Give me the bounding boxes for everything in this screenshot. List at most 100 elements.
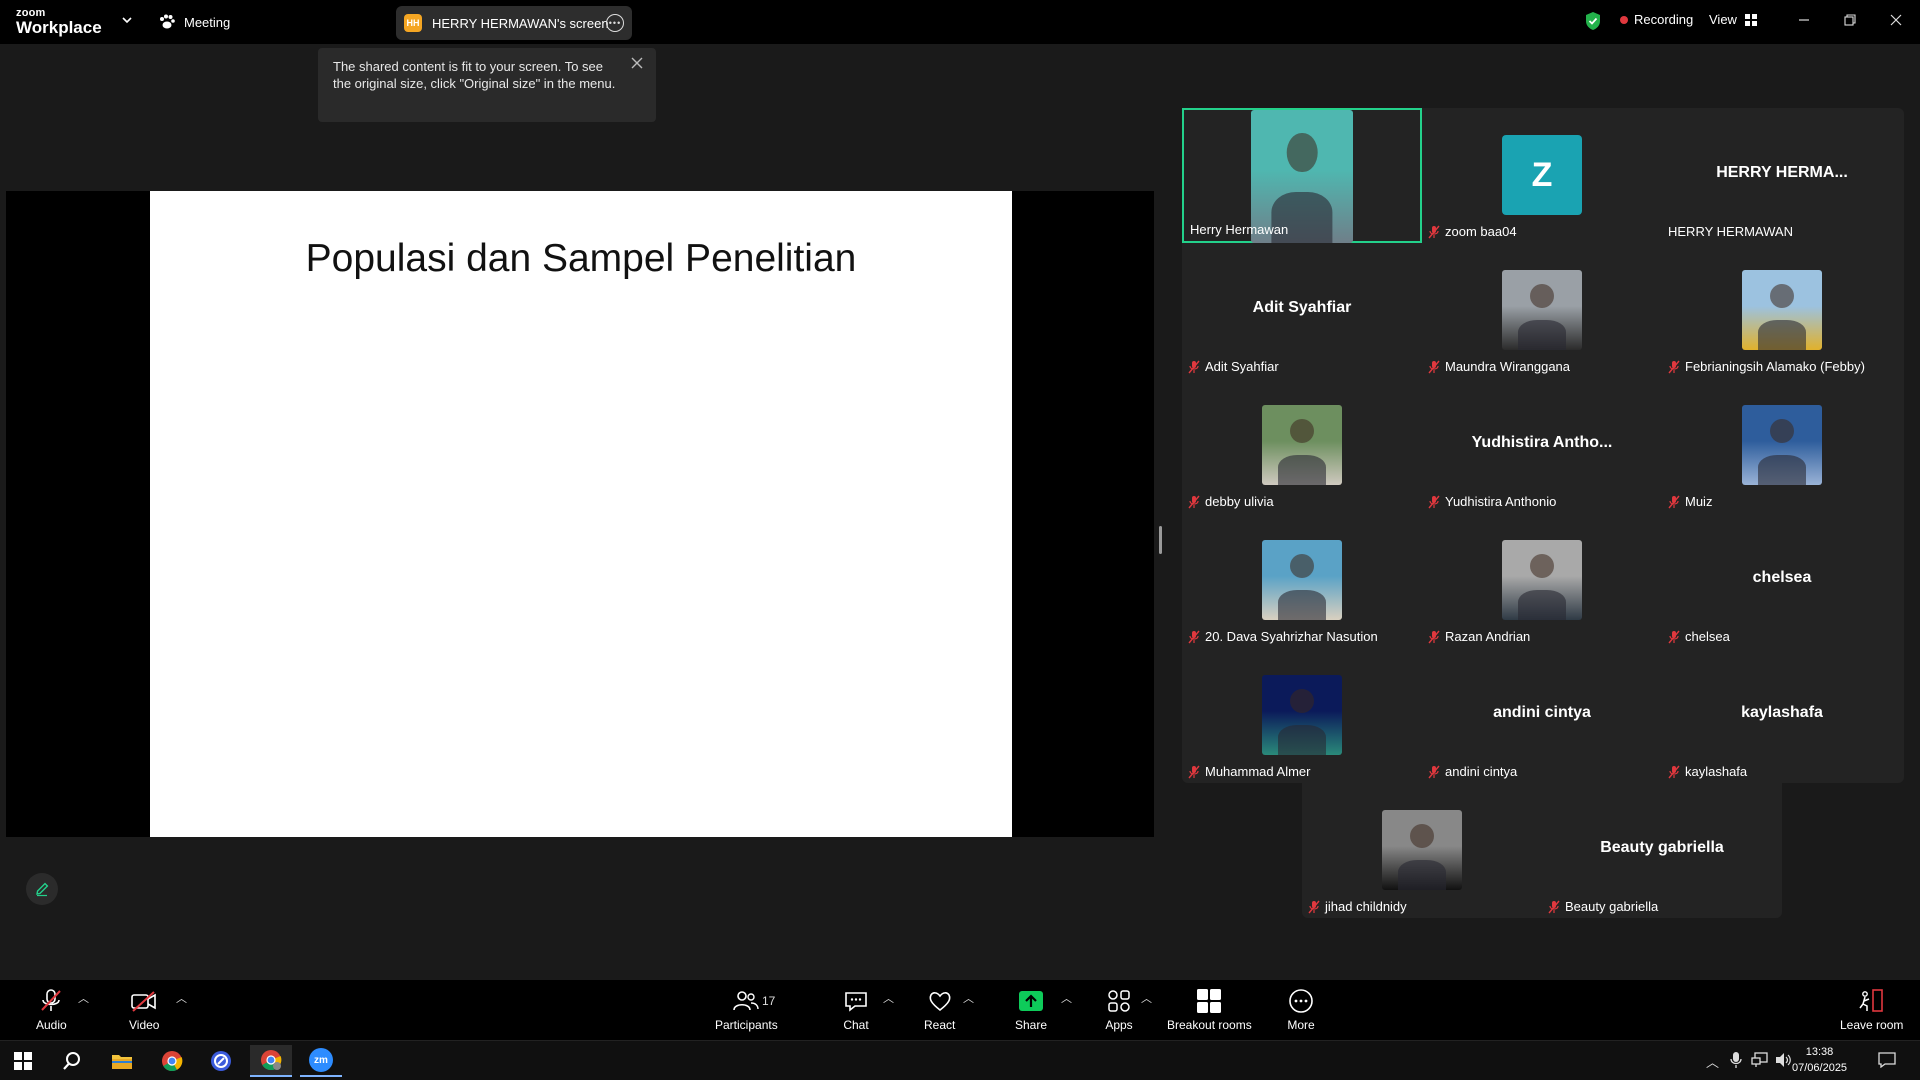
participant-tile[interactable]: Adit Syahfiar Adit Syahfiar <box>1182 243 1422 378</box>
tooltip-close-button[interactable] <box>628 54 646 72</box>
person-silhouette <box>1290 418 1314 443</box>
view-button[interactable]: View <box>1709 12 1757 27</box>
zoom-taskbar-button[interactable]: zm <box>300 1045 342 1077</box>
audio-options-caret[interactable]: ︿ <box>78 990 89 1006</box>
participant-tile[interactable]: Muhammad Almer <box>1182 648 1422 783</box>
start-button[interactable] <box>2 1045 44 1077</box>
participant-tile[interactable]: Beauty gabriella Beauty gabriella <box>1542 783 1782 918</box>
participant-tile[interactable]: Zzoom baa04 <box>1422 108 1662 243</box>
react-options-caret[interactable]: ︿ <box>963 990 974 1006</box>
participant-tile[interactable]: jihad childnidy <box>1302 783 1542 918</box>
microphone-tray-icon[interactable] <box>1730 1051 1742 1069</box>
participant-tile[interactable]: HERRY HERMA... HERRY HERMAWAN <box>1662 108 1902 243</box>
volume-icon[interactable] <box>1775 1052 1793 1068</box>
show-hidden-icons-button[interactable]: ︿ <box>1706 1052 1719 1071</box>
participant-tile[interactable]: kaylashafa kaylashafa <box>1662 648 1902 783</box>
chrome-profile-taskbar-button[interactable] <box>250 1045 292 1077</box>
participant-name: Razan Andrian <box>1445 629 1531 644</box>
microphone-muted-icon <box>1188 360 1200 373</box>
apps-label: Apps <box>1105 1018 1133 1032</box>
screen-share-pill[interactable]: HH HERRY HERMAWAN's screen ••• <box>396 6 632 40</box>
participant-name-label: kaylashafa <box>1668 764 1747 779</box>
more-button[interactable]: More <box>1286 988 1316 1032</box>
participant-name-label: Muhammad Almer <box>1188 764 1310 779</box>
participant-tile[interactable]: Maundra Wiranggana <box>1422 243 1662 378</box>
participant-tile[interactable]: debby ulivia <box>1182 378 1422 513</box>
participant-name: andini cintya <box>1445 764 1518 779</box>
participant-tile[interactable]: Febrianingsih Alamako (Febby) <box>1662 243 1902 378</box>
microphone-muted-icon <box>1668 630 1680 643</box>
participant-tile[interactable]: Yudhistira Antho... Yudhistira Anthonio <box>1422 378 1662 513</box>
chevron-down-icon[interactable] <box>120 13 134 27</box>
search-button[interactable] <box>51 1045 93 1077</box>
participant-avatar: Z <box>1502 135 1582 215</box>
participant-name-label: Herry Hermawan <box>1190 222 1288 237</box>
person-silhouette <box>1278 724 1326 755</box>
participant-name-label: andini cintya <box>1428 764 1517 779</box>
panel-resize-handle[interactable] <box>1159 526 1162 554</box>
folder-icon <box>112 1055 132 1069</box>
participants-icon <box>733 991 760 1011</box>
participant-name-label: 20. Dava Syahrizhar Nasution <box>1188 629 1378 644</box>
participant-video <box>1502 540 1582 620</box>
participant-name: Maundra Wiranggana <box>1445 359 1571 374</box>
close-window-button[interactable] <box>1881 8 1911 32</box>
minimize-button[interactable] <box>1789 8 1819 32</box>
shield-icon[interactable] <box>1584 11 1602 31</box>
participant-tile[interactable]: Muiz <box>1662 378 1902 513</box>
recording-indicator[interactable]: Recording <box>1620 12 1693 27</box>
chat-button[interactable]: Chat <box>841 988 871 1032</box>
participant-name: chelsea <box>1685 629 1730 644</box>
slide-title: Populasi dan Sampel Penelitian <box>305 237 857 280</box>
participant-tile[interactable]: andini cintya andini cintya <box>1422 648 1662 783</box>
annotate-button[interactable] <box>26 873 58 905</box>
chrome-taskbar-button[interactable] <box>151 1045 193 1077</box>
share-button[interactable]: Share <box>1015 988 1047 1032</box>
participant-display-name: kaylashafa <box>1741 704 1823 721</box>
leave-room-button[interactable]: Leave room <box>1840 988 1903 1032</box>
clock-time: 13:38 <box>1805 1046 1834 1058</box>
participant-video <box>1262 405 1342 485</box>
participant-name: Herry Hermawan <box>1190 222 1289 237</box>
share-options-caret[interactable]: ︿ <box>1061 990 1072 1006</box>
microphone-muted-icon <box>1428 225 1440 238</box>
video-label: Video <box>129 1018 160 1032</box>
minimize-icon <box>1799 19 1809 21</box>
system-clock[interactable]: 13:38 07/06/2025 <box>1792 1044 1847 1076</box>
shared-screen[interactable]: Populasi dan Sampel Penelitian <box>6 191 1154 837</box>
participant-tile[interactable]: Herry Hermawan <box>1182 108 1422 243</box>
browser-taskbar-button[interactable] <box>200 1045 242 1077</box>
audio-button[interactable]: Audio <box>36 988 67 1032</box>
participant-name-label: Adit Syahfiar <box>1188 359 1279 374</box>
participant-name-label: HERRY HERMAWAN <box>1668 224 1793 239</box>
more-options-icon[interactable]: ••• <box>606 14 624 32</box>
participant-tile[interactable]: Razan Andrian <box>1422 513 1662 648</box>
participant-name-label: Beauty gabriella <box>1548 899 1658 914</box>
chat-options-caret[interactable]: ︿ <box>883 990 894 1006</box>
audio-label: Audio <box>36 1018 67 1032</box>
file-explorer-button[interactable] <box>101 1045 143 1077</box>
person-silhouette <box>1518 589 1566 620</box>
video-options-caret[interactable]: ︿ <box>176 990 187 1006</box>
fit-to-screen-tooltip: The shared content is fit to your screen… <box>318 48 656 122</box>
react-button[interactable]: React <box>924 988 955 1032</box>
breakout-rooms-icon <box>1197 989 1222 1013</box>
video-button[interactable]: Video <box>129 988 159 1032</box>
person-silhouette <box>1290 553 1314 578</box>
network-icon[interactable] <box>1751 1052 1769 1068</box>
microphone-muted-icon <box>1668 765 1680 778</box>
restore-button[interactable] <box>1835 8 1865 32</box>
person-silhouette <box>1530 283 1554 308</box>
participant-tile[interactable]: 20. Dava Syahrizhar Nasution <box>1182 513 1422 648</box>
participant-tile[interactable]: chelsea chelsea <box>1662 513 1902 648</box>
apps-options-caret[interactable]: ︿ <box>1141 990 1152 1006</box>
participant-display-name: HERRY HERMA... <box>1716 164 1848 181</box>
microphone-muted-icon <box>41 989 62 1011</box>
notifications-icon[interactable] <box>1878 1052 1896 1068</box>
zoom-logo-workplace: Workplace <box>16 18 102 37</box>
microphone-muted-icon <box>1428 765 1440 778</box>
meeting-info-button[interactable]: Meeting <box>158 10 230 34</box>
breakout-rooms-button[interactable]: Breakout rooms <box>1167 988 1252 1032</box>
apps-button[interactable]: Apps <box>1104 988 1134 1032</box>
clock-date: 07/06/2025 <box>1792 1062 1848 1074</box>
